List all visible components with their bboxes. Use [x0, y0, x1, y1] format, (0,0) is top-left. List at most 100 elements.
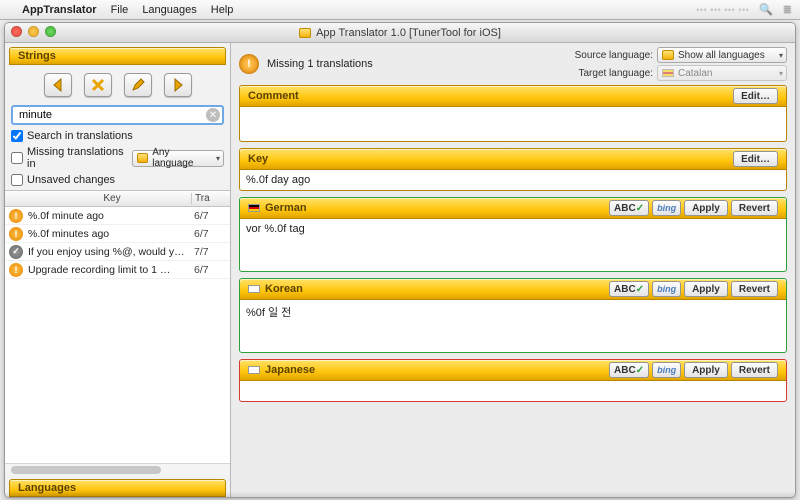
missing-lang-value: Any language	[152, 147, 209, 169]
bing-button[interactable]: bing	[652, 200, 681, 216]
translation-text[interactable]: vor %.0f tag	[240, 219, 786, 271]
bing-button[interactable]: bing	[652, 362, 681, 378]
warning-icon: !	[239, 54, 259, 74]
menu-help[interactable]: Help	[211, 4, 234, 16]
menubar-right: ⋯ ⋯ ⋯ ⋯ 🔍 ≣	[696, 3, 792, 16]
check-missing-translations[interactable]: Missing translations in Any language	[11, 146, 224, 170]
scroll-thumb[interactable]	[11, 466, 161, 474]
traffic-lights	[11, 26, 56, 37]
spotlight-icon[interactable]: 🔍	[759, 3, 773, 16]
revert-button[interactable]: Revert	[731, 200, 778, 216]
table-row[interactable]: ! %.0f minutes ago 6/7	[5, 225, 230, 243]
spellcheck-button[interactable]: ABC✓	[609, 200, 649, 216]
translation-lang: German	[265, 202, 609, 214]
translation-lang: Korean	[265, 283, 609, 295]
translation-text[interactable]	[240, 381, 786, 401]
source-lang-select[interactable]: Show all languages	[657, 47, 787, 63]
row-key: Upgrade recording limit to 1 …	[28, 264, 194, 276]
flag-japan-icon	[248, 366, 260, 374]
apply-button[interactable]: Apply	[684, 200, 728, 216]
spellcheck-button[interactable]: ABC✓	[609, 362, 649, 378]
col-key[interactable]: Key	[5, 193, 192, 204]
check-unsaved-changes[interactable]: Unsaved changes	[11, 174, 224, 186]
app-window: App Translator 1.0 [TunerTool for iOS] S…	[4, 22, 796, 498]
minimize-button[interactable]	[28, 26, 39, 37]
row-key: %.0f minute ago	[28, 210, 194, 222]
status-icons: ⋯ ⋯ ⋯ ⋯	[696, 3, 749, 16]
menu-file[interactable]: File	[111, 4, 129, 16]
flag-icon	[662, 69, 674, 77]
sidebar: Strings ✕ Search in translations Missing…	[5, 43, 231, 497]
revert-button[interactable]: Revert	[731, 281, 778, 297]
key-text: %.0f day ago	[240, 170, 786, 190]
target-lang-select[interactable]: Catalan	[657, 65, 787, 81]
row-count: 7/7	[194, 246, 226, 258]
apply-button[interactable]: Apply	[684, 281, 728, 297]
close-button[interactable]	[11, 26, 22, 37]
table-row[interactable]: ! %.0f minute ago 6/7	[5, 207, 230, 225]
folder-icon	[137, 153, 148, 163]
search-input[interactable]	[11, 105, 224, 125]
hscrollbar[interactable]	[5, 463, 230, 475]
missing-lang-select[interactable]: Any language	[132, 150, 224, 167]
comment-text[interactable]	[240, 107, 786, 141]
warn-icon: !	[9, 263, 23, 277]
revert-button[interactable]: Revert	[731, 362, 778, 378]
edit-key-button[interactable]: Edit…	[733, 151, 778, 167]
source-lang-value: Show all languages	[678, 50, 765, 61]
prev-button[interactable]	[44, 73, 72, 97]
document-icon	[299, 28, 311, 38]
search-wrap: ✕	[11, 105, 224, 125]
warn-icon: !	[9, 209, 23, 223]
target-lang-label: Target language:	[578, 68, 653, 79]
translation-lang: Japanese	[265, 364, 609, 376]
table-row[interactable]: ! Upgrade recording limit to 1 … 6/7	[5, 261, 230, 279]
main-area: ! Missing 1 translations Source language…	[231, 43, 795, 497]
languages-header-label: Languages	[18, 482, 76, 494]
table-row[interactable]: ✓ If you enjoy using %@, would y… 7/7	[5, 243, 230, 261]
zoom-button[interactable]	[45, 26, 56, 37]
panel-key-title: Key	[248, 153, 733, 165]
row-count: 6/7	[194, 264, 226, 276]
row-count: 6/7	[194, 210, 226, 222]
check-label: Unsaved changes	[27, 174, 115, 186]
translation-text[interactable]: %0f 일 전	[240, 300, 786, 352]
check-search-in-translations[interactable]: Search in translations	[11, 130, 224, 142]
check-label: Search in translations	[27, 130, 133, 142]
check-unsaved-changes-box[interactable]	[11, 174, 23, 186]
window-title: App Translator 1.0 [TunerTool for iOS]	[316, 27, 501, 39]
panel-comment-title: Comment	[248, 90, 733, 102]
strings-list[interactable]: ! %.0f minute ago 6/7 ! %.0f minutes ago…	[5, 207, 230, 463]
menu-app[interactable]: AppTranslator	[22, 4, 97, 16]
ok-icon: ✓	[9, 245, 23, 259]
panel-key: Key Edit… %.0f day ago	[239, 148, 787, 191]
edit-button[interactable]	[124, 73, 152, 97]
table-header: Key Tra	[5, 190, 230, 207]
source-lang-label: Source language:	[575, 50, 653, 61]
col-tra[interactable]: Tra	[192, 193, 230, 204]
menu-extras-icon[interactable]: ≣	[783, 3, 792, 16]
panel-translation-german: German ABC✓ bing Apply Revert vor %.0f t…	[239, 197, 787, 272]
clear-search-button[interactable]: ✕	[206, 108, 220, 122]
languages-header[interactable]: Languages	[9, 479, 226, 497]
bing-button[interactable]: bing	[652, 281, 681, 297]
titlebar: App Translator 1.0 [TunerTool for iOS]	[5, 23, 795, 43]
spellcheck-button[interactable]: ABC✓	[609, 281, 649, 297]
next-button[interactable]	[164, 73, 192, 97]
apply-button[interactable]: Apply	[684, 362, 728, 378]
row-count: 6/7	[194, 228, 226, 240]
check-search-in-translations-box[interactable]	[11, 130, 23, 142]
warn-icon: !	[9, 227, 23, 241]
panel-translation-korean: Korean ABC✓ bing Apply Revert %0f 일 전	[239, 278, 787, 353]
delete-button[interactable]	[84, 73, 112, 97]
missing-text: Missing 1 translations	[267, 58, 373, 70]
row-key: %.0f minutes ago	[28, 228, 194, 240]
menu-languages[interactable]: Languages	[142, 4, 196, 16]
mac-menubar: AppTranslator File Languages Help ⋯ ⋯ ⋯ …	[0, 0, 800, 20]
check-label: Missing translations in	[27, 146, 128, 170]
folder-icon	[662, 50, 674, 60]
check-missing-translations-box[interactable]	[11, 152, 23, 164]
flag-germany-icon	[248, 204, 260, 212]
main-scroll[interactable]: Comment Edit… Key Edit… %.0f day ago	[231, 81, 795, 497]
edit-comment-button[interactable]: Edit…	[733, 88, 778, 104]
